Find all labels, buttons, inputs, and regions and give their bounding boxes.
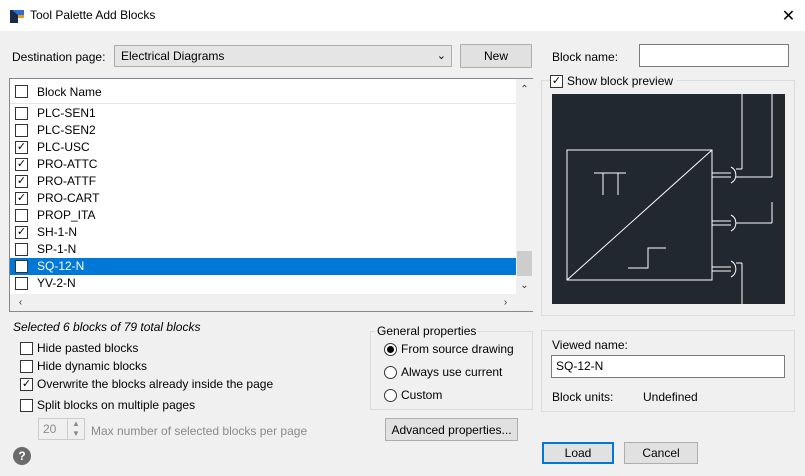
list-item[interactable]: PROP_ITA	[10, 207, 516, 224]
destination-label: Destination page:	[12, 50, 106, 64]
help-icon[interactable]: ?	[13, 447, 31, 465]
list-item[interactable]: ✓ PRO-ATTF	[10, 173, 516, 190]
radio-custom-button[interactable]	[384, 388, 397, 402]
cancel-button[interactable]: Cancel	[624, 442, 698, 464]
list-item[interactable]: ✓ PRO-ATTC	[10, 156, 516, 173]
list-item-checkbox[interactable]: ✓	[15, 175, 28, 188]
radio-dot	[387, 345, 394, 353]
list-item-label: SH-1-N	[37, 225, 78, 239]
block-units-label: Block units:	[552, 390, 614, 404]
list-item[interactable]: PLC-SEN1	[10, 105, 516, 122]
hide-pasted-label: Hide pasted blocks	[37, 341, 139, 355]
list-item-label: PLC-USC	[37, 140, 90, 154]
column-header-block-name: Block Name	[37, 85, 102, 99]
new-button[interactable]: New	[460, 44, 532, 68]
scroll-corner	[516, 294, 533, 311]
list-item-label: YV-2-N	[37, 276, 76, 290]
list-item[interactable]: SP-1-N	[10, 241, 516, 258]
select-all-checkbox[interactable]	[15, 85, 28, 98]
radio-always-current-label: Always use current	[401, 365, 503, 379]
horizontal-scrollbar[interactable]: ‹ ›	[10, 294, 516, 311]
block-name-input[interactable]	[639, 44, 789, 67]
radio-always-current-button[interactable]	[384, 365, 397, 379]
list-item-checkbox[interactable]: ✓	[15, 260, 28, 273]
show-preview-checkbox[interactable]: ✓	[550, 74, 563, 88]
preview-diagonal	[566, 149, 713, 281]
list-item-checkbox[interactable]	[15, 124, 28, 137]
hide-dynamic-label: Hide dynamic blocks	[37, 359, 148, 373]
destination-select-value: Electrical Diagrams	[121, 49, 225, 63]
hide-pasted-option[interactable]: Hide pasted blocks	[20, 341, 138, 355]
list-item-checkbox[interactable]: ✓	[15, 192, 28, 205]
app-icon	[10, 10, 24, 23]
radio-from-source[interactable]: From source drawing	[384, 342, 514, 356]
max-blocks-label: Max number of selected blocks per page	[91, 424, 308, 438]
block-units-value: Undefined	[643, 390, 698, 404]
list-item-label: PROP_ITA	[37, 208, 96, 222]
list-item[interactable]: ✓ PLC-USC	[10, 139, 516, 156]
close-icon[interactable]: ✕	[772, 1, 805, 30]
show-preview-option[interactable]: ✓ Show block preview	[550, 74, 678, 88]
scroll-up-icon[interactable]: ⌃	[516, 81, 533, 98]
window-title: Tool Palette Add Blocks	[30, 8, 156, 22]
list-item-checkbox[interactable]	[15, 277, 28, 290]
list-item-label: PLC-SEN2	[37, 123, 96, 137]
selection-status: Selected 6 blocks of 79 total blocks	[13, 320, 201, 334]
list-item[interactable]: PLC-SEN2	[10, 122, 516, 139]
stepper-arrows[interactable]: ▲ ▼	[67, 419, 84, 439]
radio-always-current[interactable]: Always use current	[384, 365, 502, 379]
list-item-checkbox[interactable]	[15, 107, 28, 120]
list-header: Block Name	[10, 79, 516, 104]
viewed-name-label: Viewed name:	[552, 338, 628, 352]
advanced-properties-button[interactable]: Advanced properties...	[385, 418, 518, 441]
scroll-thumb[interactable]	[517, 251, 532, 276]
viewed-name-input[interactable]: SQ-12-N	[551, 355, 785, 378]
scroll-down-icon[interactable]: ⌄	[516, 277, 533, 294]
radio-custom[interactable]: Custom	[384, 388, 442, 402]
radio-from-source-label: From source drawing	[401, 342, 514, 356]
list-item-label: PRO-CART	[37, 191, 100, 205]
hide-pasted-checkbox[interactable]	[20, 341, 33, 355]
hide-dynamic-checkbox[interactable]	[20, 359, 33, 373]
list-item-label: PRO-ATTC	[37, 157, 98, 171]
hide-dynamic-option[interactable]: Hide dynamic blocks	[20, 359, 147, 373]
block-preview	[552, 94, 785, 304]
overwrite-label: Overwrite the blocks already inside the …	[37, 377, 274, 391]
list-item[interactable]: ✓ SQ-12-N	[10, 258, 516, 275]
radio-from-source-button[interactable]	[384, 342, 397, 356]
stepper-down-icon[interactable]: ▼	[68, 429, 84, 439]
list-item-label: PRO-ATTF	[37, 174, 97, 188]
radio-custom-label: Custom	[401, 388, 443, 402]
stepper-up-icon[interactable]: ▲	[68, 419, 84, 429]
list-item-label: SQ-12-N	[37, 259, 85, 273]
scroll-left-icon[interactable]: ‹	[12, 294, 29, 311]
list-item[interactable]: YV-2-N	[10, 275, 516, 292]
general-properties-title: General properties	[375, 324, 479, 338]
load-button[interactable]: Load	[542, 442, 614, 464]
list-item[interactable]: ✓ PRO-CART	[10, 190, 516, 207]
split-checkbox[interactable]	[20, 398, 33, 412]
list-item[interactable]: ✓ SH-1-N	[10, 224, 516, 241]
chevron-down-icon: ⌄	[436, 50, 446, 62]
block-list: Block Name PLC-SEN1 PLC-SEN2 ✓ PLC-USC ✓ PRO-…	[9, 78, 533, 312]
list-item-checkbox[interactable]: ✓	[15, 158, 28, 171]
max-blocks-stepper[interactable]: 20 ▲ ▼	[38, 418, 85, 440]
list-item-checkbox[interactable]	[15, 243, 28, 256]
show-preview-label: Show block preview	[567, 74, 674, 88]
list-item-checkbox[interactable]: ✓	[15, 141, 28, 154]
split-label: Split blocks on multiple pages	[37, 398, 196, 412]
scroll-right-icon[interactable]: ›	[497, 294, 514, 311]
title-bar: Tool Palette Add Blocks ✕	[0, 0, 805, 31]
max-blocks-value: 20	[43, 422, 57, 436]
list-item-label: PLC-SEN1	[37, 106, 96, 120]
list-item-checkbox[interactable]: ✓	[15, 226, 28, 239]
list-item-label: SP-1-N	[37, 242, 77, 256]
list-item-checkbox[interactable]	[15, 209, 28, 222]
overwrite-checkbox[interactable]: ✓	[20, 377, 33, 391]
split-option[interactable]: Split blocks on multiple pages	[20, 398, 195, 412]
overwrite-option[interactable]: ✓ Overwrite the blocks already inside th…	[20, 377, 273, 391]
block-name-label: Block name:	[552, 50, 619, 64]
destination-select[interactable]: Electrical Diagrams ⌄	[114, 45, 452, 67]
vertical-scrollbar[interactable]: ⌃ ⌄	[516, 79, 533, 294]
